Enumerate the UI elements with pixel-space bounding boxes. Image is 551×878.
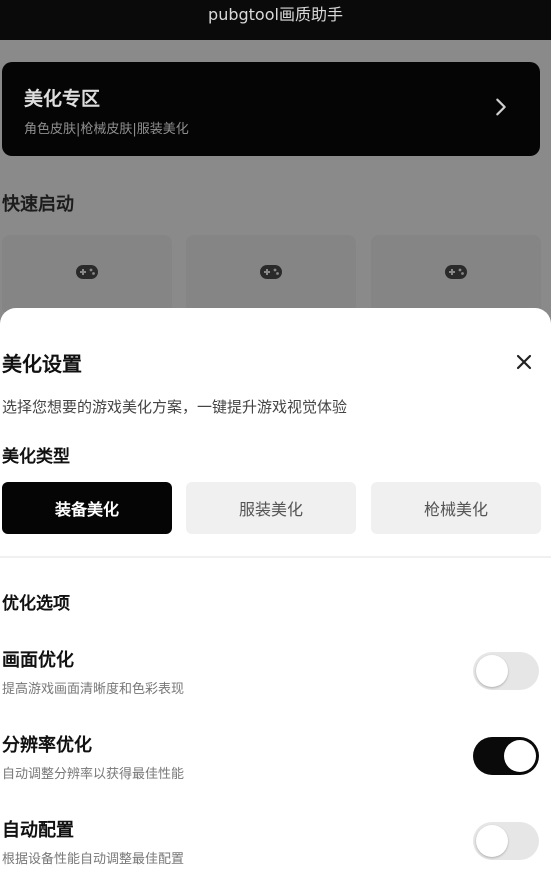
- gamepad-icon: [260, 265, 282, 279]
- quick-start-tile[interactable]: [2, 235, 172, 315]
- option-hint: 自动调整分辨率以获得最佳性能: [2, 767, 185, 782]
- beauty-zone-title: 美化专区: [24, 88, 101, 110]
- close-icon[interactable]: [512, 350, 536, 374]
- option-label: 画面优化: [2, 650, 74, 671]
- gamepad-icon: [445, 265, 467, 279]
- chevron-right-icon: [496, 98, 506, 116]
- resolution-optimization-toggle[interactable]: [473, 737, 539, 775]
- screen: pubgtool画质助手 美化专区 角色皮肤|枪械皮肤|服装美化 快速启动 美化…: [0, 0, 551, 878]
- quick-start-grid: [0, 235, 551, 315]
- option-hint: 提高游戏画面清晰度和色彩表现: [2, 682, 185, 697]
- app-title: pubgtool画质助手: [208, 5, 343, 24]
- beauty-settings-sheet: 美化设置 选择您想要的游戏美化方案，一键提升游戏视觉体验 美化类型 装备美化 服…: [0, 308, 551, 878]
- auto-config-toggle[interactable]: [473, 822, 539, 860]
- option-row-resolution: 分辨率优化 自动调整分辨率以获得最佳性能: [0, 731, 551, 791]
- option-label: 自动配置: [2, 820, 74, 841]
- option-label: 分辨率优化: [2, 735, 92, 756]
- beauty-type-title: 美化类型: [2, 447, 70, 467]
- beauty-zone-card[interactable]: 美化专区 角色皮肤|枪械皮肤|服装美化: [2, 62, 540, 156]
- sheet-description: 选择您想要的游戏美化方案，一键提升游戏视觉体验: [2, 398, 348, 416]
- quick-start-tile[interactable]: [371, 235, 541, 315]
- beauty-type-label: 枪械美化: [423, 500, 488, 519]
- optimization-title: 优化选项: [2, 594, 70, 614]
- beauty-type-weapon-button[interactable]: 枪械美化: [371, 482, 541, 534]
- graphics-optimization-toggle[interactable]: [473, 652, 539, 690]
- section-divider: [0, 556, 551, 558]
- beauty-type-equipment-button[interactable]: 装备美化: [2, 482, 172, 534]
- beauty-type-label: 装备美化: [54, 500, 119, 519]
- beauty-type-clothing-button[interactable]: 服装美化: [186, 482, 356, 534]
- quick-start-title: 快速启动: [2, 194, 74, 215]
- toggle-knob: [476, 825, 508, 857]
- quick-start-tile[interactable]: [186, 235, 356, 315]
- toggle-knob: [504, 740, 536, 772]
- option-row-auto-config: 自动配置 根据设备性能自动调整最佳配置: [0, 816, 551, 876]
- option-row-graphics: 画面优化 提高游戏画面清晰度和色彩表现: [0, 646, 551, 706]
- sheet-title: 美化设置: [2, 352, 82, 376]
- beauty-zone-subtitle: 角色皮肤|枪械皮肤|服装美化: [24, 122, 189, 137]
- toggle-knob: [476, 655, 508, 687]
- option-hint: 根据设备性能自动调整最佳配置: [2, 852, 185, 867]
- beauty-type-label: 服装美化: [238, 500, 303, 519]
- app-bar: pubgtool画质助手: [0, 0, 551, 40]
- gamepad-icon: [76, 265, 98, 279]
